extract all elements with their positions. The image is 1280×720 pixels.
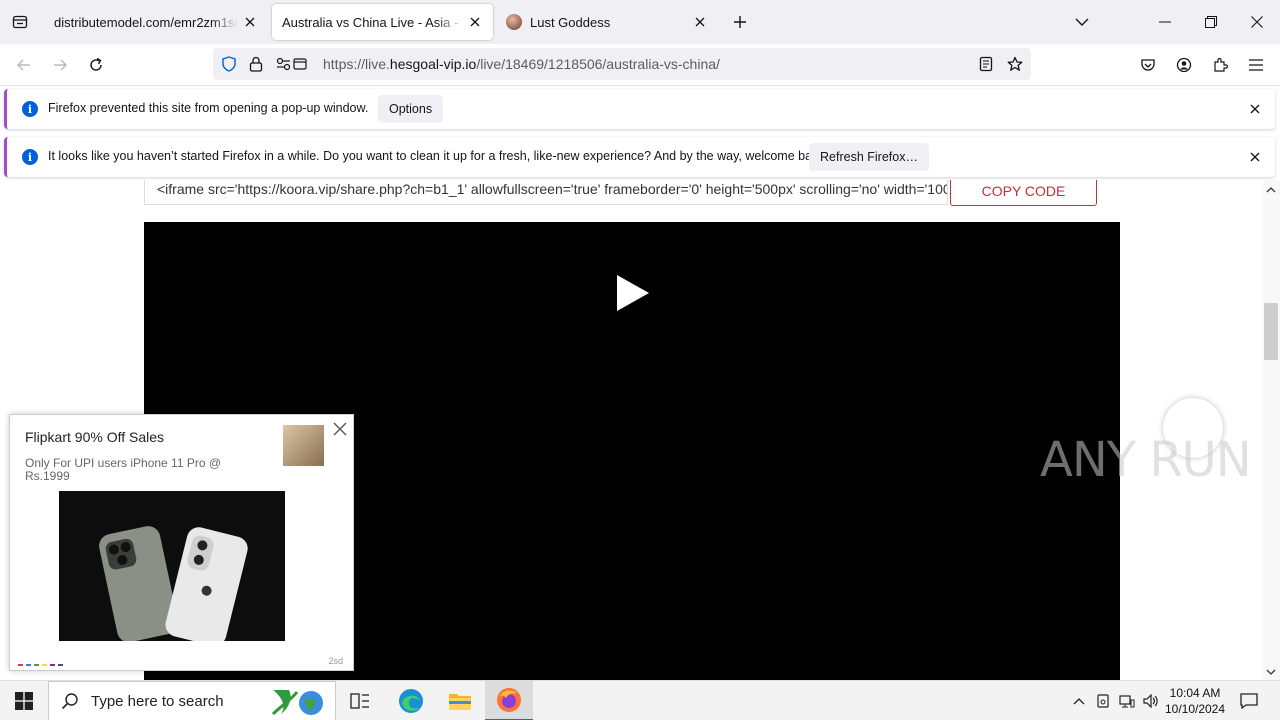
forward-button[interactable] xyxy=(47,52,73,78)
reload-button[interactable] xyxy=(83,52,109,78)
close-icon[interactable] xyxy=(692,14,708,30)
close-window-button[interactable] xyxy=(1242,8,1272,36)
firefox-taskbar-icon[interactable] xyxy=(485,681,533,720)
search-icon xyxy=(61,692,79,710)
page-scrollbar[interactable] xyxy=(1263,180,1280,680)
info-icon: i xyxy=(22,101,38,117)
restore-button[interactable] xyxy=(1196,8,1226,36)
list-all-tabs-icon[interactable] xyxy=(1067,8,1097,36)
notification-message: Firefox prevented this site from opening… xyxy=(48,101,369,115)
edge-icon[interactable] xyxy=(387,681,435,720)
minimize-button[interactable] xyxy=(1150,8,1180,36)
ad-thumbnail[interactable] xyxy=(283,425,324,466)
embed-code-field[interactable]: <iframe src='https://koora.vip/share.php… xyxy=(144,180,948,205)
anyrun-watermark: ANY RUN xyxy=(1040,432,1252,488)
tracking-protection-icon[interactable] xyxy=(221,56,237,75)
pocket-icon[interactable] xyxy=(1135,52,1161,78)
scroll-up-arrow-icon[interactable] xyxy=(1265,184,1277,196)
ad-popup[interactable]: Flipkart 90% Off Sales Only For UPI user… xyxy=(9,414,354,671)
back-button[interactable] xyxy=(11,52,37,78)
tab-distributemodel[interactable]: distributemodel.com/emr2zm1sk?k= xyxy=(44,4,268,40)
url-text[interactable]: https://live.hesgoal-vip.io/live/18469/1… xyxy=(323,56,720,72)
file-explorer-icon[interactable] xyxy=(436,681,484,720)
windows-taskbar: Type here to search 10:04 AM 10/10/2024 xyxy=(0,680,1280,720)
ad-tag: 2sd xyxy=(328,656,343,666)
close-icon[interactable] xyxy=(242,14,258,30)
close-icon[interactable] xyxy=(332,421,348,437)
tab-strip: distributemodel.com/emr2zm1sk?k= Austral… xyxy=(0,0,1280,44)
taskbar-search-box[interactable]: Type here to search xyxy=(48,681,336,720)
notification-message: It looks like you haven’t started Firefo… xyxy=(48,149,829,163)
close-icon[interactable] xyxy=(467,14,483,30)
info-icon: i xyxy=(22,149,38,165)
new-tab-button[interactable] xyxy=(728,10,752,34)
permissions-icon[interactable] xyxy=(276,56,310,75)
chevron-up-icon[interactable] xyxy=(1071,693,1087,709)
device-icon[interactable] xyxy=(1095,693,1111,709)
ad-description[interactable]: Only For UPI users iPhone 11 Pro @ Rs.19… xyxy=(25,457,245,483)
bookmark-star-icon[interactable] xyxy=(1007,56,1023,75)
search-placeholder: Type here to search xyxy=(91,692,224,710)
reader-view-icon[interactable] xyxy=(979,56,993,75)
menu-icon[interactable] xyxy=(1243,52,1269,78)
popup-blocked-notification: i Firefox prevented this site from openi… xyxy=(4,89,1275,129)
notifications-icon[interactable] xyxy=(1240,692,1258,710)
account-icon[interactable] xyxy=(1171,52,1197,78)
tab-lust-goddess[interactable]: Lust Goddess xyxy=(496,4,718,40)
lock-icon[interactable] xyxy=(249,56,263,75)
scrollbar-thumb[interactable] xyxy=(1264,303,1278,360)
tab-title: Lust Goddess xyxy=(530,14,611,30)
tab-title: Australia vs China Live - Asia - World xyxy=(282,14,463,30)
extensions-icon[interactable] xyxy=(1207,52,1233,78)
options-button[interactable]: Options xyxy=(378,95,444,123)
scroll-down-arrow-icon[interactable] xyxy=(1265,666,1277,678)
windows-start-icon[interactable] xyxy=(0,681,48,720)
navigation-toolbar: https://live.hesgoal-vip.io/live/18469/1… xyxy=(0,44,1280,86)
close-icon[interactable] xyxy=(1247,101,1263,117)
tab-australia-vs-china[interactable]: Australia vs China Live - Asia - World xyxy=(272,4,493,40)
tab-title: distributemodel.com/emr2zm1sk?k= xyxy=(54,14,238,30)
firefox-view-icon[interactable] xyxy=(8,10,32,34)
url-bar[interactable]: https://live.hesgoal-vip.io/live/18469/1… xyxy=(213,48,1031,80)
clock-time: 10:04 AM xyxy=(1169,686,1221,700)
search-highlight-icon[interactable] xyxy=(267,686,329,720)
taskbar-clock[interactable]: 10:04 AM 10/10/2024 xyxy=(1160,685,1230,717)
refresh-firefox-button[interactable]: Refresh Firefox… xyxy=(809,143,929,171)
volume-icon[interactable] xyxy=(1143,693,1159,709)
ad-title[interactable]: Flipkart 90% Off Sales xyxy=(25,429,164,445)
close-icon[interactable] xyxy=(1247,149,1263,165)
ad-color-strip xyxy=(18,664,63,666)
site-favicon xyxy=(506,14,522,30)
play-icon[interactable] xyxy=(617,275,649,311)
ad-phone-image[interactable] xyxy=(59,491,285,641)
network-icon[interactable] xyxy=(1119,693,1135,709)
clock-date: 10/10/2024 xyxy=(1164,702,1226,716)
copy-code-button[interactable]: COPY CODE xyxy=(950,180,1097,206)
task-view-icon[interactable] xyxy=(336,681,384,720)
refresh-firefox-notification: i It looks like you haven’t started Fire… xyxy=(4,137,1275,177)
